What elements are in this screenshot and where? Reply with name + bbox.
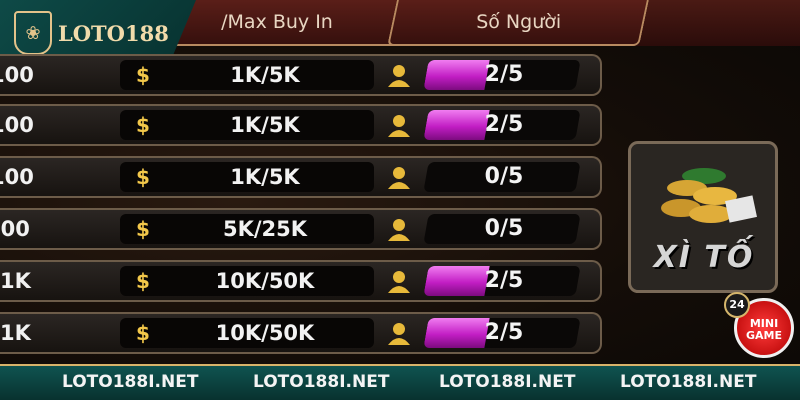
seat-count: 2/5 (484, 112, 524, 137)
buyin-box: $5K/25K (120, 214, 374, 244)
game-title: XÌ TỐ (653, 240, 755, 275)
seat-fill (423, 162, 429, 192)
footer-link[interactable]: LOTO188I.NET (62, 372, 198, 392)
column-header-players[interactable]: Số Người (387, 0, 649, 46)
dollar-icon: $ (136, 269, 150, 293)
user-icon (388, 323, 410, 345)
seat-count: 0/5 (484, 164, 524, 189)
user-icon (388, 115, 410, 137)
column-header-players-label: Số Người (475, 11, 561, 33)
game-card-xi-to[interactable]: XÌ TỐ (628, 141, 778, 293)
seat-count: 2/5 (484, 320, 524, 345)
buyin-range: 1K/5K (230, 165, 300, 189)
min-bet: 1K (0, 321, 31, 345)
min-bet: 100 (0, 63, 34, 87)
min-bet: 100 (0, 113, 34, 137)
buyin-range: 1K/5K (230, 63, 300, 87)
table-row[interactable]: 1K $10K/50K 2/5 (0, 260, 602, 302)
seat-bar: 2/5 (423, 110, 581, 140)
mini-game-badge: 24 (724, 292, 750, 318)
min-bet: 100 (0, 165, 34, 189)
seat-bar: 2/5 (423, 60, 581, 90)
dollar-icon: $ (136, 217, 150, 241)
footer-link[interactable]: LOTO188I.NET (253, 372, 389, 392)
buyin-box: $10K/50K (120, 266, 374, 296)
seat-bar: 2/5 (423, 318, 581, 348)
seat-bar: 0/5 (423, 162, 581, 192)
footer-link[interactable]: LOTO188I.NET (439, 372, 575, 392)
seat-count: 2/5 (484, 62, 524, 87)
footer-link[interactable]: LOTO188I.NET (620, 372, 756, 392)
buyin-range: 10K/50K (215, 321, 315, 345)
seat-count: 0/5 (484, 216, 524, 241)
table-row[interactable]: 100 $1K/5K 2/5 (0, 54, 602, 96)
buyin-box: $10K/50K (120, 318, 374, 348)
buyin-box: $1K/5K (120, 162, 374, 192)
user-icon (388, 167, 410, 189)
footer-bar: LOTO188I.NET LOTO188I.NET LOTO188I.NET L… (0, 364, 800, 400)
buyin-box: $1K/5K (120, 60, 374, 90)
seat-fill (423, 214, 429, 244)
dollar-icon: $ (136, 113, 150, 137)
seat-count: 2/5 (484, 268, 524, 293)
table-row[interactable]: 100 $1K/5K 0/5 (0, 156, 602, 198)
dollar-icon: $ (136, 63, 150, 87)
lotus-logo-icon: ❀ (14, 11, 52, 55)
buyin-range: 10K/50K (215, 269, 315, 293)
dollar-icon: $ (136, 165, 150, 189)
table-row[interactable]: 500 $5K/25K 0/5 (0, 208, 602, 250)
table-row[interactable]: 100 $1K/5K 2/5 (0, 104, 602, 146)
user-icon (388, 65, 410, 87)
user-icon (388, 219, 410, 241)
mini-game-button[interactable]: MINI GAME 24 (724, 292, 796, 364)
min-bet: 500 (0, 217, 30, 241)
buyin-box: $1K/5K (120, 110, 374, 140)
dollar-icon: $ (136, 321, 150, 345)
seat-bar: 2/5 (423, 266, 581, 296)
table-row[interactable]: 1K $10K/50K 2/5 (0, 312, 602, 354)
min-bet: 1K (0, 269, 31, 293)
mini-game-label: MINI GAME (745, 317, 782, 342)
coins-icon (661, 168, 757, 223)
seat-bar: 0/5 (423, 214, 581, 244)
logo-text: LOTO188 (58, 20, 169, 46)
buyin-range: 1K/5K (230, 113, 300, 137)
buyin-range: 5K/25K (222, 217, 308, 241)
user-icon (388, 271, 410, 293)
